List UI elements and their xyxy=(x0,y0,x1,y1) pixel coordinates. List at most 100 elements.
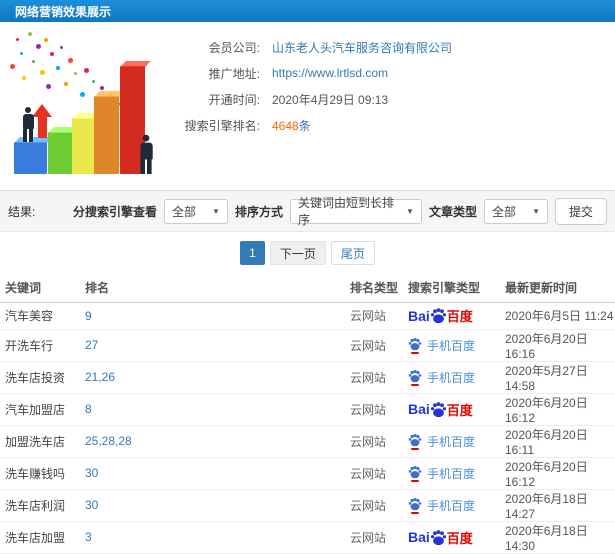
mobile-baidu-logo: 手机百度 xyxy=(408,369,475,386)
header-rank: 排名 xyxy=(80,274,345,303)
engine-cell: 手机百度 xyxy=(403,457,500,490)
rank-cell: 27 xyxy=(80,329,345,362)
mobile-baidu-label: 手机百度 xyxy=(427,338,476,353)
table-row[interactable]: 开洗车行 27 云网站 手机百度 2020年6月20日 16:16 xyxy=(0,329,615,362)
keyword-cell: 开洗车行 xyxy=(0,329,80,362)
next-page-button[interactable]: 下一页 xyxy=(269,241,326,265)
baidu-logo-text-cn: 百度 xyxy=(446,530,473,546)
table-header-row: 关键词 排名 排名类型 搜索引擎类型 最新更新时间 xyxy=(0,274,615,303)
mobile-baidu-paw-icon xyxy=(408,337,422,354)
baidu-logo-text-cn: 百度 xyxy=(446,309,473,324)
table-row[interactable]: 汽车美容 9 云网站 Bai 百度 2020年6月5日 11:24 xyxy=(0,302,615,330)
engine-filter-label: 分搜索引擎查看 xyxy=(72,204,157,219)
updated-cell: 2020年6月18日 14:30 xyxy=(500,521,615,554)
businessman-figure-right xyxy=(137,134,155,174)
ranking-unit-link[interactable]: 条 xyxy=(299,119,311,133)
rank-cell: 3 xyxy=(80,521,345,554)
baidu-paw-icon xyxy=(430,308,446,324)
businessman-figure-left xyxy=(20,107,36,142)
baidu-logo-text-cn: 百度 xyxy=(446,402,473,418)
engine-select[interactable]: 全部 ▼ xyxy=(163,198,228,224)
baidu-logo-text-bai: Bai xyxy=(408,307,430,324)
promotion-url-link[interactable]: https://www.lrtlsd.com xyxy=(272,66,388,80)
rank-type-cell: 云网站 xyxy=(345,329,403,362)
mobile-baidu-paw-icon xyxy=(408,433,422,450)
article-type-select[interactable]: 全部 ▼ xyxy=(483,198,548,224)
keyword-cell: 洗车赚钱吗 xyxy=(0,457,80,490)
mobile-baidu-logo: 手机百度 xyxy=(408,465,475,482)
titlebar: 网络营销效果展示 xyxy=(0,0,615,22)
table-row[interactable]: 洗车赚钱吗 30 云网站 手机百度 2020年6月20日 16:12 xyxy=(0,457,615,490)
table-row[interactable]: 加盟洗车店 25,28,28 云网站 手机百度 2020年6月20日 16:11 xyxy=(0,425,615,458)
updated-cell: 2020年6月20日 16:16 xyxy=(500,329,615,362)
page-1-button[interactable]: 1 xyxy=(240,241,265,265)
keyword-cell: 汽车美容 xyxy=(0,302,80,330)
header-keyword: 关键词 xyxy=(0,274,80,303)
filter-bar: 结果: 分搜索引擎查看 全部 ▼ 排序方式 关键词由短到长排序 ▼ 文章类型 全… xyxy=(0,190,615,232)
opened-label: 开通时间: xyxy=(208,92,260,107)
illustration-bar-orange xyxy=(94,96,119,174)
company-link[interactable]: 山东老人头汽车服务咨询有限公司 xyxy=(272,39,452,56)
article-type-label: 文章类型 xyxy=(428,204,477,219)
info-row-company: 会员公司: 山东老人头汽车服务咨询有限公司 xyxy=(170,34,615,60)
table-row[interactable]: 洗车店加盟 3 云网站 Bai 百度 2020年6月18日 14:30 xyxy=(0,521,615,554)
result-label: 结果: xyxy=(8,204,36,219)
keyword-cell: 汽车加盟店 xyxy=(0,393,80,426)
engine-select-value: 全部 xyxy=(171,204,196,219)
header-rank-type: 排名类型 xyxy=(345,274,403,303)
info-row-ranking: 搜索引擎排名: 4648条 xyxy=(170,112,615,138)
chevron-down-icon: ▼ xyxy=(212,206,220,216)
table-row[interactable]: 洗车店投资 21,26 云网站 手机百度 2020年5月27日 14:58 xyxy=(0,361,615,394)
keyword-cell: 加盟洗车店 xyxy=(0,425,80,458)
rank-cell: 30 xyxy=(80,489,345,522)
summary-section: 会员公司: 山东老人头汽车服务咨询有限公司 推广地址: https://www.… xyxy=(0,22,615,190)
baidu-logo: Bai 百度 xyxy=(408,528,473,547)
updated-cell: 2020年5月27日 14:58 xyxy=(500,361,615,394)
illustration-bar-green xyxy=(48,132,73,174)
mobile-baidu-label: 手机百度 xyxy=(427,434,476,449)
rank-type-cell: 云网站 xyxy=(345,489,403,522)
keyword-cell: 洗车店加盟 xyxy=(0,521,80,554)
mobile-baidu-logo: 手机百度 xyxy=(408,433,475,450)
article-type-select-value: 全部 xyxy=(491,204,516,219)
chevron-down-icon: ▼ xyxy=(406,206,414,216)
header-updated: 最新更新时间 xyxy=(500,274,615,303)
engine-cell: Bai 百度 xyxy=(403,302,500,330)
info-row-opened: 开通时间: 2020年4月29日 09:13 xyxy=(170,86,615,112)
rank-type-cell: 云网站 xyxy=(345,457,403,490)
last-page-button[interactable]: 尾页 xyxy=(330,241,375,265)
info-row-url: 推广地址: https://www.lrtlsd.com xyxy=(170,60,615,86)
mobile-baidu-label: 手机百度 xyxy=(427,370,476,385)
ranking-table: 关键词 排名 排名类型 搜索引擎类型 最新更新时间 汽车美容 9 云网站 Bai… xyxy=(0,274,615,554)
updated-cell: 2020年6月20日 16:12 xyxy=(500,457,615,490)
rank-type-cell: 云网站 xyxy=(345,425,403,458)
illustration-bar-blue xyxy=(14,142,47,174)
mobile-baidu-paw-icon xyxy=(408,369,422,386)
rank-cell: 30 xyxy=(80,457,345,490)
company-info: 会员公司: 山东老人头汽车服务咨询有限公司 推广地址: https://www.… xyxy=(170,22,615,190)
page-title: 网络营销效果展示 xyxy=(15,4,112,19)
sort-filter-label: 排序方式 xyxy=(234,204,283,219)
keyword-cell: 洗车店利润 xyxy=(0,489,80,522)
mobile-baidu-paw-icon xyxy=(408,465,422,482)
updated-cell: 2020年6月20日 16:12 xyxy=(500,393,615,426)
rank-cell: 21,26 xyxy=(80,361,345,394)
bar-chart-illustration xyxy=(2,24,170,188)
rank-type-cell: 云网站 xyxy=(345,361,403,394)
filter-controls: 分搜索引擎查看 全部 ▼ 排序方式 关键词由短到长排序 ▼ 文章类型 全部 ▼ … xyxy=(72,196,607,227)
baidu-paw-icon xyxy=(430,401,446,417)
table-row[interactable]: 洗车店利润 30 云网站 手机百度 2020年6月18日 14:27 xyxy=(0,489,615,522)
rank-cell: 8 xyxy=(80,393,345,426)
mobile-baidu-logo: 手机百度 xyxy=(408,497,475,514)
company-label: 会员公司: xyxy=(208,40,260,55)
mobile-baidu-label: 手机百度 xyxy=(427,466,476,481)
mobile-baidu-logo: 手机百度 xyxy=(408,337,475,354)
sort-select-value: 关键词由短到长排序 xyxy=(297,196,394,227)
engine-cell: 手机百度 xyxy=(403,489,500,522)
url-label: 推广地址: xyxy=(208,66,260,81)
table-row[interactable]: 汽车加盟店 8 云网站 Bai 百度 2020年6月20日 16:12 xyxy=(0,393,615,426)
submit-button[interactable]: 提交 xyxy=(554,197,607,225)
chevron-down-icon: ▼ xyxy=(532,206,540,216)
sort-select[interactable]: 关键词由短到长排序 ▼ xyxy=(289,196,422,227)
baidu-logo: Bai 百度 xyxy=(408,306,473,325)
